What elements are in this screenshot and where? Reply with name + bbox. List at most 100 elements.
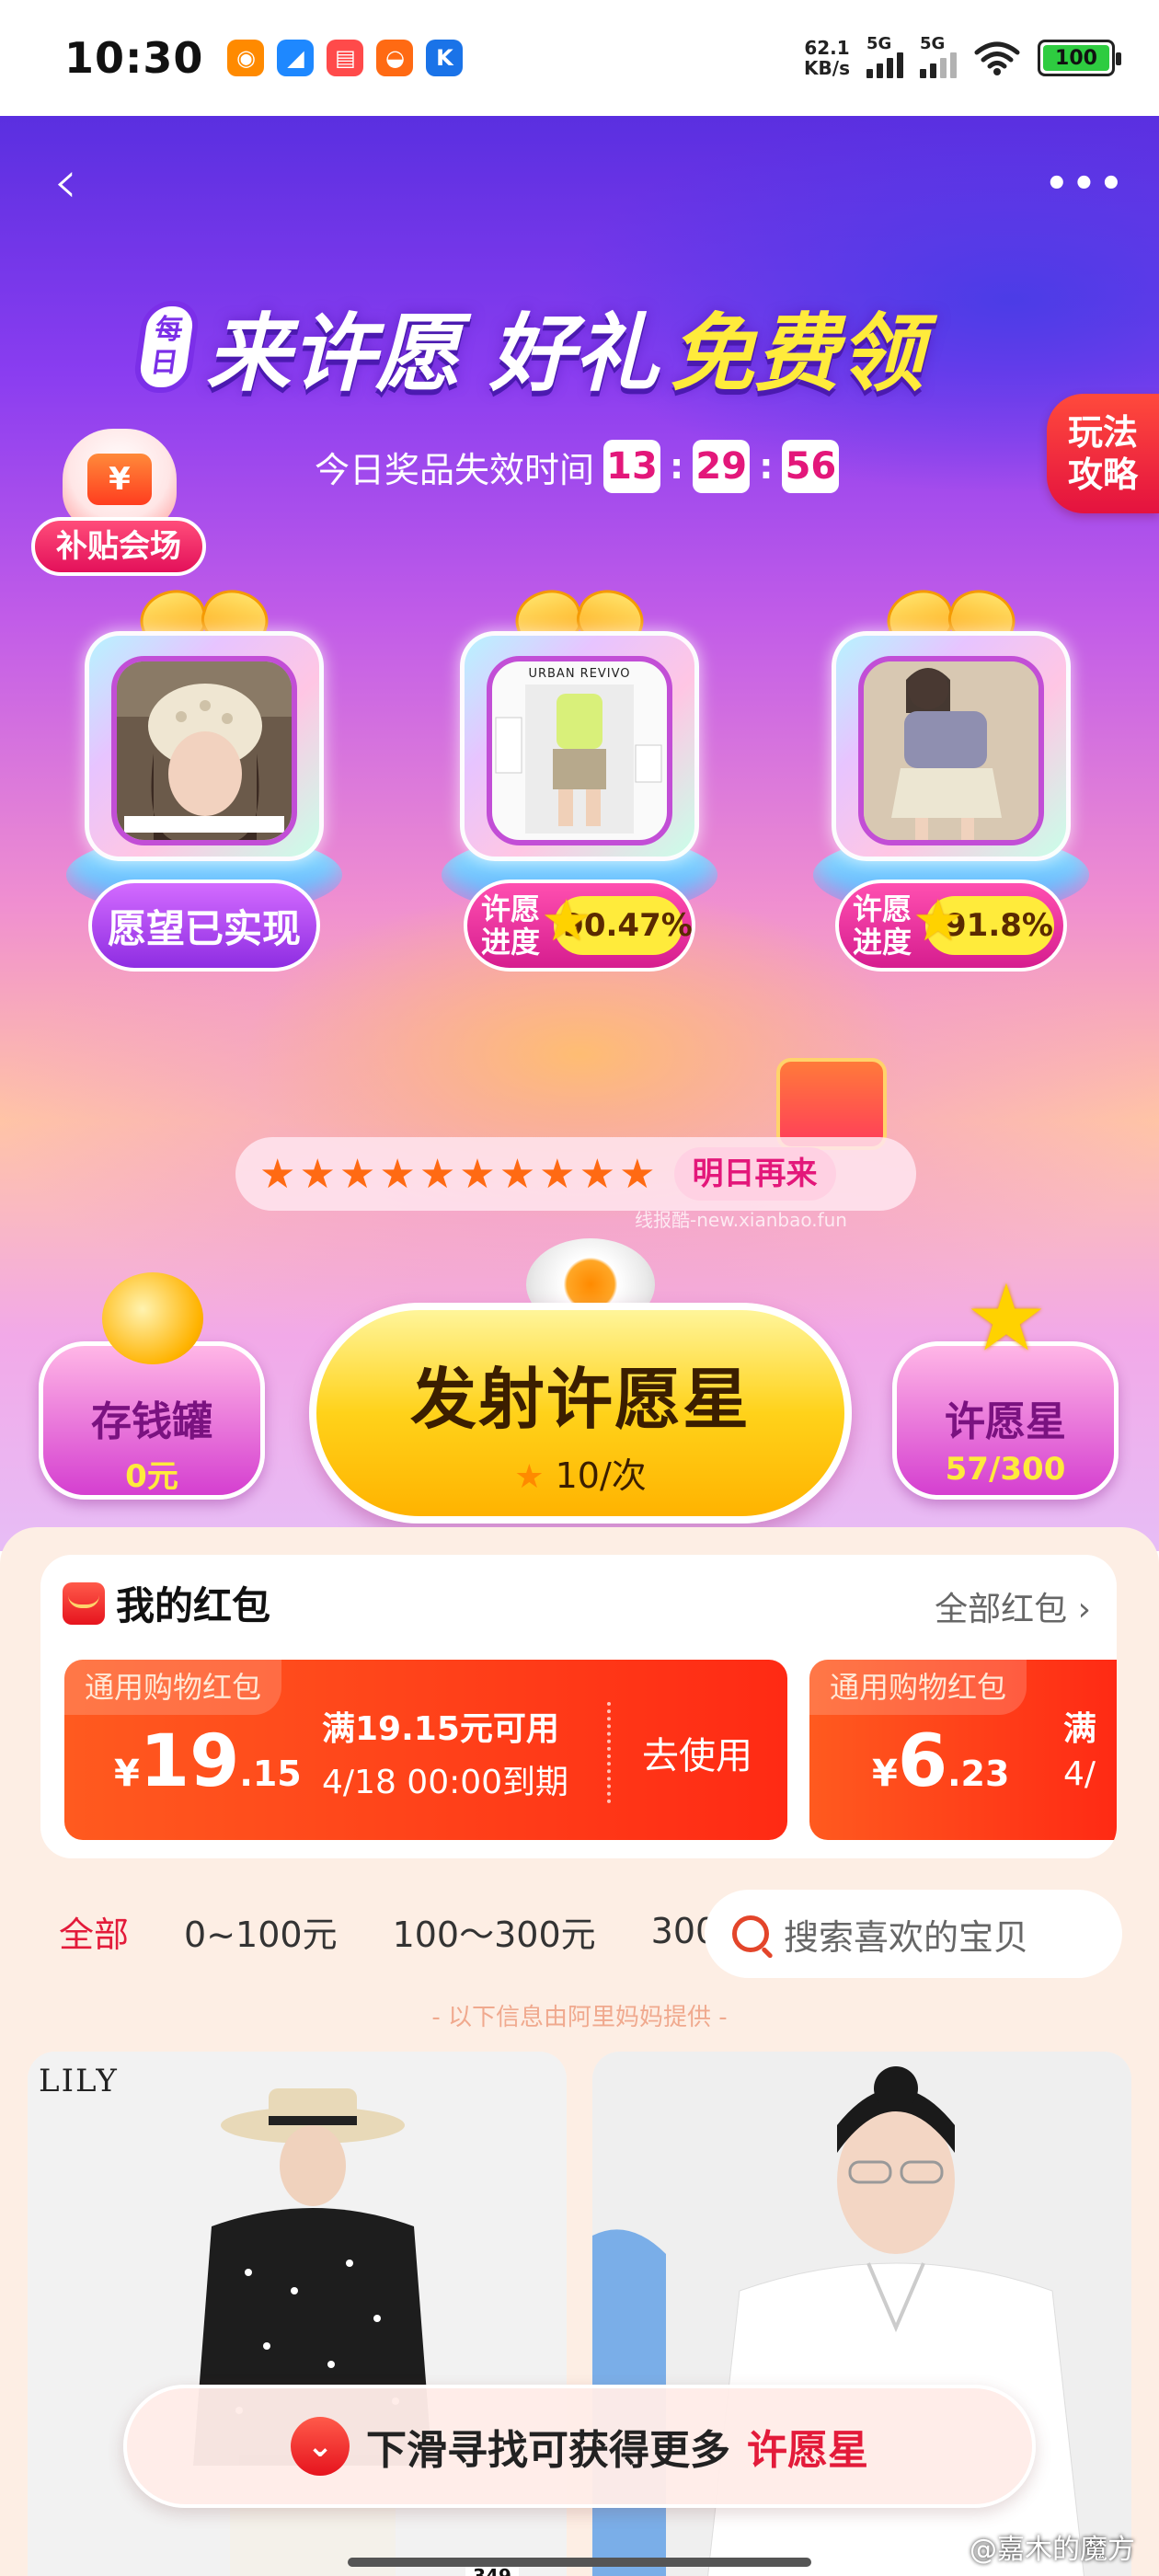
price-filter-bar: 全部 0~100元 100～300元 300 搜索喜欢的宝贝 [0, 1880, 1159, 1982]
amount-decimal: .15 [239, 1754, 302, 1794]
daily-star-meter: ★ ★ ★ ★ ★ ★ ★ ★ ★ ★ 明日再来 [235, 1137, 916, 1211]
launch-cost: ★ 10/次 [316, 1447, 844, 1498]
meter-star-icon: ★ [419, 1150, 456, 1198]
amount-decimal: .23 [947, 1754, 1010, 1794]
wish-gift-3[interactable]: 许愿进度 91.8% [813, 585, 1089, 1064]
coupon-card[interactable]: 通用购物红包 ¥6.23 满 4/ [809, 1660, 1117, 1840]
filter-all[interactable]: 全部 [0, 1906, 156, 1957]
progress-label: 许愿进度 [480, 891, 540, 960]
countdown-seconds: 56 [782, 440, 840, 493]
launch-wish-star-button[interactable]: 发射许愿星 ★ 10/次 [309, 1303, 852, 1524]
product-photo [858, 656, 1044, 845]
taobao-app-icon: ◒ [376, 40, 414, 76]
countdown-separator: : [759, 446, 774, 487]
battery-level: 100 [1043, 45, 1109, 71]
scroll-hint-emphasis: 许愿星 [747, 2427, 868, 2474]
product-brand: LILY [39, 2063, 119, 2099]
gift-box [832, 631, 1071, 861]
come-back-tomorrow-tag: 明日再来 [673, 1147, 836, 1201]
countdown-hours: 13 [603, 440, 661, 493]
countdown: 今日奖品失效时间 13 : 29 : 56 [315, 440, 840, 493]
filter-0-100[interactable]: 0~100元 [156, 1906, 365, 1957]
progress-value: 91.8% [912, 887, 1054, 955]
coupon-condition: 满19.15元可用 [322, 1710, 559, 1748]
wish-star-icon: ★ [965, 1264, 1048, 1372]
wish-star-label: 许愿星 [945, 1398, 1066, 1445]
meter-star-icon: ★ [539, 1150, 576, 1198]
product-photo [111, 656, 297, 845]
coupon-condition: 满 [1063, 1710, 1097, 1748]
strategy-button[interactable]: 玩法攻略 [1047, 394, 1159, 513]
scroll-hint-text: 下滑寻找可获得更多 [366, 2427, 730, 2474]
more-button[interactable]: ••• [1045, 156, 1123, 212]
my-red-packets-card: 我的红包 全部红包 › 通用购物红包 ¥19.15 满19.15元可用 4/18… [40, 1555, 1117, 1858]
red-packet-icon [63, 1581, 105, 1625]
filter-100-300[interactable]: 100～300元 [365, 1906, 624, 1957]
launch-cost-value: 10/次 [555, 1455, 647, 1496]
notification-icons: ◉ ◢ ▤ ◒ K [227, 40, 464, 76]
piggy-bank-value: 0元 [125, 1458, 178, 1495]
wish-gift-1[interactable]: 愿望已实现 [66, 585, 342, 1064]
weibo-app-icon: ◉ [227, 40, 265, 76]
title-main: 来许愿 好礼 [206, 305, 660, 403]
wish-progress: 许愿进度 90.47% [464, 880, 695, 972]
strategy-label: 玩法攻略 [1067, 412, 1138, 495]
use-coupon-button[interactable]: 去使用 [642, 1726, 752, 1779]
gift-box [85, 631, 324, 861]
chevron-down-icon: ⌄ [291, 2417, 350, 2476]
coupon-card[interactable]: 通用购物红包 ¥19.15 满19.15元可用 4/18 00:00到期 去使用 [64, 1660, 787, 1840]
countdown-label: 今日奖品失效时间 [315, 449, 595, 490]
home-indicator[interactable] [348, 2558, 811, 2567]
meter-star-icon: ★ [499, 1150, 536, 1198]
signal-type-2: 5G [920, 34, 946, 53]
star-icon: ★ [514, 1458, 545, 1496]
coupon-icon-symbol: ¥ [87, 454, 152, 505]
star-meter-stars: ★ ★ ★ ★ ★ ★ ★ ★ ★ ★ [259, 1151, 656, 1198]
wish-gift-2[interactable]: URBAN REVIVO 许愿进度 90.47% [442, 585, 717, 1064]
piggy-bank-button[interactable]: 存钱罐 0元 [39, 1272, 265, 1500]
meter-star-icon: ★ [299, 1150, 336, 1198]
wish-fulfilled-badge: 愿望已实现 [88, 880, 320, 972]
meter-star-icon: ★ [619, 1150, 656, 1198]
signal-icon-2: 5G [920, 34, 957, 78]
subsidy-venue-button[interactable]: ¥ 补贴会场 [31, 429, 206, 576]
kuaishou-app-icon: K [426, 40, 464, 76]
countdown-separator: : [670, 446, 684, 487]
red-packets-header: 我的红包 [63, 1575, 270, 1631]
meter-star-icon: ★ [459, 1150, 496, 1198]
progress-value: 90.47% [541, 887, 693, 955]
red-packets-title: 我的红包 [116, 1583, 271, 1628]
search-input[interactable]: 搜索喜欢的宝贝 [705, 1890, 1122, 1978]
status-time: 10:30 [64, 33, 204, 83]
daily-badge: 每日 [131, 300, 202, 393]
network-speed: 62.1 KB/s [804, 38, 850, 78]
currency-symbol: ¥ [872, 1753, 898, 1795]
piggy-bank-icon [102, 1272, 203, 1364]
back-button[interactable]: ‹ [53, 152, 109, 213]
piggy-bank-label: 存钱罐 [91, 1398, 212, 1445]
meter-star-icon: ★ [379, 1150, 416, 1198]
page-title: 每日 来许愿 好礼 免费领 [131, 285, 924, 408]
countdown-minutes: 29 [693, 440, 751, 493]
title-highlight: 免费领 [670, 305, 924, 403]
coupon-type: 通用购物红包 [64, 1660, 282, 1715]
product-photo: URBAN REVIVO [487, 656, 672, 845]
coupon-amount: ¥19.15 [114, 1720, 302, 1803]
calendar-app-icon: ▤ [327, 40, 364, 76]
all-red-packets-link[interactable]: 全部红包 › [935, 1582, 1091, 1630]
battery-icon: 100 [1038, 40, 1121, 76]
amount-integer: 6 [897, 1720, 948, 1803]
signal-icon: 5G [866, 34, 903, 78]
search-icon [732, 1915, 769, 1952]
network-speed-value: 62.1 [804, 37, 850, 59]
coupon-expiry: 4/ [1063, 1755, 1096, 1793]
signal-type: 5G [866, 34, 892, 53]
wish-star-count-button[interactable]: ★ 许愿星 57/300 [892, 1272, 1119, 1500]
coupon-icon: ¥ [63, 429, 177, 530]
gift-box: URBAN REVIVO [460, 631, 699, 861]
photo-brand: URBAN REVIVO [528, 667, 631, 681]
scroll-hint-banner[interactable]: ⌄ 下滑寻找可获得更多 许愿星 [123, 2385, 1036, 2508]
feishu-app-icon: ◢ [277, 40, 315, 76]
coupon-type: 通用购物红包 [809, 1660, 1027, 1715]
meter-star-icon: ★ [259, 1150, 296, 1198]
